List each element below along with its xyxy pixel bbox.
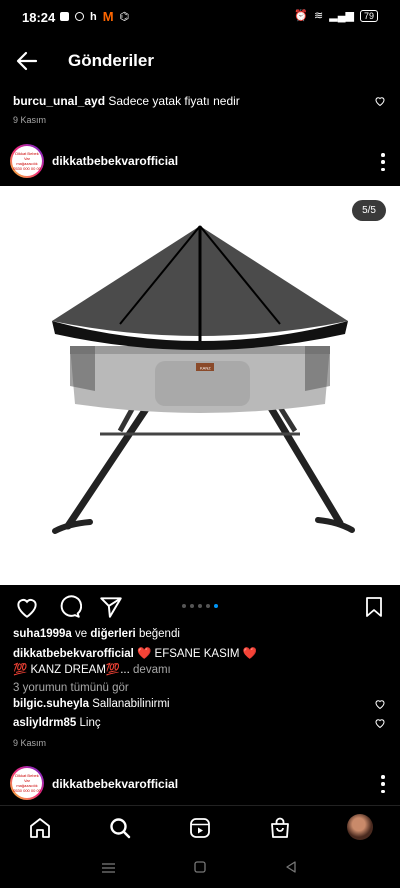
header: Gönderiler bbox=[0, 36, 400, 86]
notification-icon: ⌬ bbox=[119, 11, 130, 23]
bassinet-illustration: KANZ bbox=[52, 225, 355, 534]
avatar-logo: Dikkat Bebek Var mağazacılık 0530 000 00… bbox=[12, 146, 42, 176]
status-bar: 18:24 h M ⌬ ⏰ ≋ ▂▄▆ 79 bbox=[0, 0, 400, 36]
view-all-comments-link[interactable]: 3 yorumun tümünü gör bbox=[13, 682, 129, 694]
post-actions bbox=[0, 590, 400, 624]
signal-icon: ▂▄▆ bbox=[329, 10, 354, 22]
comment-item: asliyldrm85 Linç bbox=[13, 717, 101, 729]
status-notification-icons: h M ⌬ bbox=[60, 9, 129, 24]
caption: dikkatbebekvarofficial ❤️ EFSANE KASIM ❤… bbox=[13, 648, 258, 660]
more-link[interactable]: devamı bbox=[130, 664, 171, 676]
recent-apps-icon[interactable] bbox=[102, 862, 115, 874]
post-header: Dikkat Bebek Var mağazacılık 0530 000 00… bbox=[0, 140, 400, 184]
notification-h-icon: h bbox=[90, 10, 97, 23]
save-bookmark-icon[interactable] bbox=[362, 594, 386, 620]
search-icon[interactable] bbox=[108, 816, 132, 840]
back-arrow-icon[interactable] bbox=[14, 48, 40, 74]
notification-icon bbox=[75, 12, 84, 21]
comment-like-icon[interactable] bbox=[374, 698, 386, 710]
post-date: 9 Kasım bbox=[13, 738, 47, 748]
status-system-icons: ⏰ ≋ ▂▄▆ 79 bbox=[294, 9, 378, 22]
bottom-navigation bbox=[0, 805, 400, 850]
page-title: Gönderiler bbox=[68, 51, 154, 70]
system-navigation bbox=[0, 849, 400, 888]
wifi-icon: ≋ bbox=[314, 10, 324, 22]
carousel-indicator bbox=[182, 604, 218, 608]
avatar[interactable]: Dikkat Bebek Var mağazacılık 0530 000 00… bbox=[10, 144, 44, 178]
comment-like-icon[interactable] bbox=[374, 95, 386, 107]
alarm-icon: ⏰ bbox=[294, 10, 309, 22]
more-options-icon[interactable] bbox=[380, 775, 386, 793]
comment-item: burcu_unal_ayd Sadece yatak fiyatı nedir bbox=[13, 94, 240, 108]
post-username[interactable]: dikkatbebekvarofficial bbox=[52, 777, 178, 791]
avatar-logo: Dikkat Bebek Var mağazacılık 0530 000 00… bbox=[12, 768, 42, 798]
reels-icon[interactable] bbox=[188, 816, 212, 840]
caption-line-2: 💯 KANZ DREAM💯... devamı bbox=[13, 664, 171, 676]
comment-username[interactable]: burcu_unal_ayd bbox=[13, 94, 105, 108]
back-button-icon[interactable] bbox=[285, 861, 297, 873]
shop-icon[interactable] bbox=[268, 816, 292, 840]
next-post-header: Dikkat Bebek Var mağazacılık 0530 000 00… bbox=[0, 762, 400, 806]
comment-icon[interactable] bbox=[56, 594, 82, 620]
product-label: KANZ bbox=[200, 366, 211, 371]
home-icon[interactable] bbox=[28, 816, 52, 840]
notification-m-icon: M bbox=[102, 9, 114, 24]
post-username[interactable]: dikkatbebekvarofficial bbox=[52, 154, 178, 168]
share-icon[interactable] bbox=[98, 594, 124, 620]
comment-date: 9 Kasım bbox=[13, 115, 47, 125]
status-time: 18:24 bbox=[22, 10, 56, 25]
battery-icon: 79 bbox=[359, 9, 378, 22]
profile-avatar[interactable] bbox=[347, 814, 373, 840]
like-icon[interactable] bbox=[14, 594, 40, 620]
comment-text: Sadece yatak fiyatı nedir bbox=[108, 94, 240, 108]
comment-item: bilgic.suheyla Sallanabilinirmi bbox=[13, 698, 170, 710]
home-button-icon[interactable] bbox=[194, 861, 206, 873]
avatar[interactable]: Dikkat Bebek Var mağazacılık 0530 000 00… bbox=[10, 766, 44, 800]
more-options-icon[interactable] bbox=[380, 153, 386, 171]
notification-icon bbox=[60, 12, 69, 21]
comment-like-icon[interactable] bbox=[374, 717, 386, 729]
likes-text[interactable]: suha1999a ve diğerleri beğendi bbox=[13, 628, 180, 640]
post-image[interactable]: 5/5 KANZ bbox=[0, 186, 400, 585]
